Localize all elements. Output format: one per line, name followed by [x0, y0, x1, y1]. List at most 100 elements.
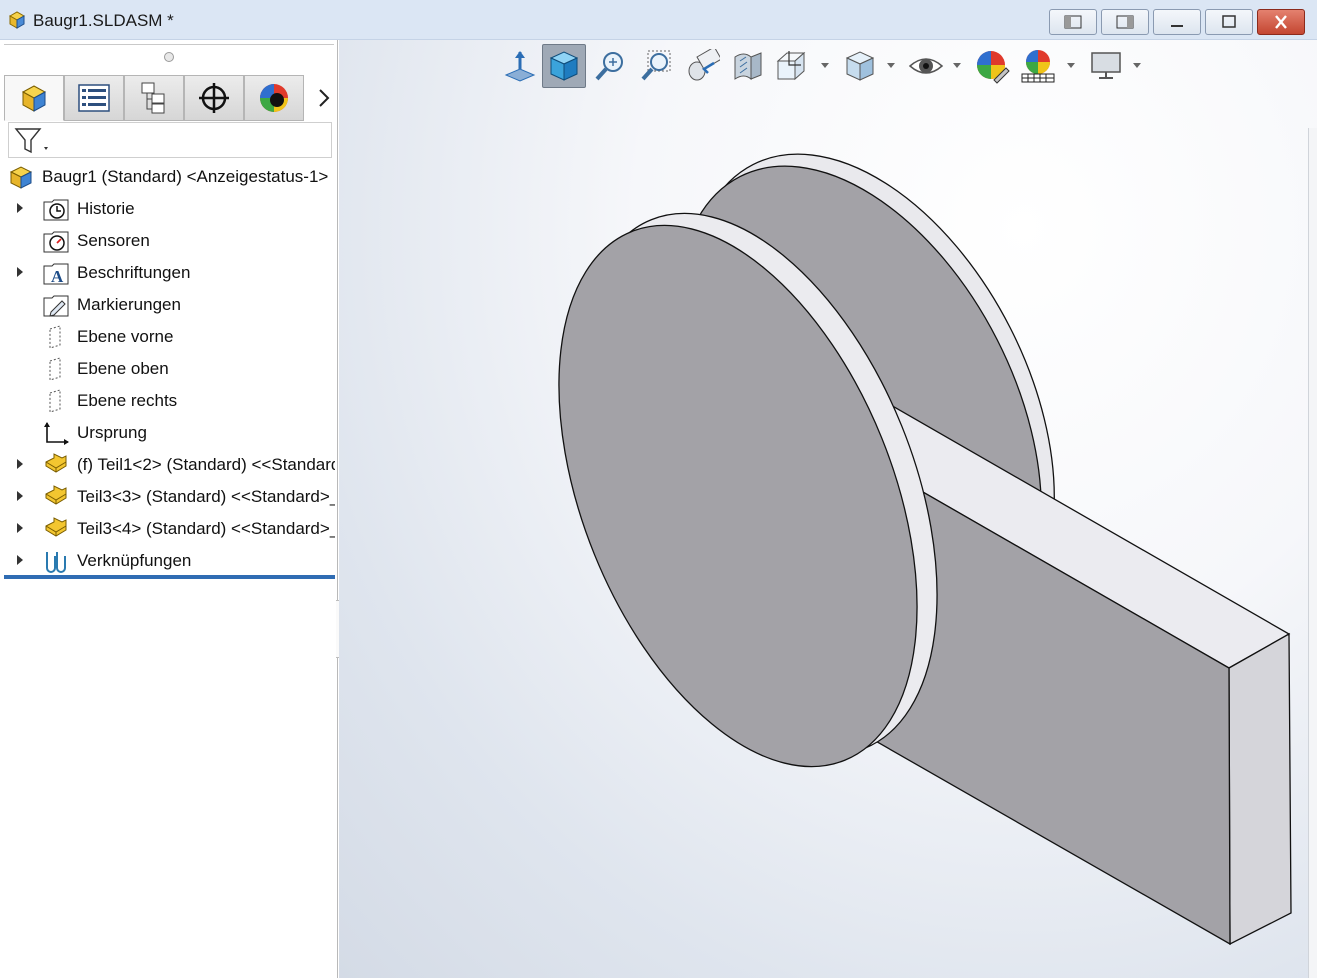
tree-item-ebene-rechts[interactable]: Ebene rechts — [0, 384, 338, 416]
filter-button[interactable] — [13, 127, 53, 155]
tab-display-manager[interactable] — [244, 75, 304, 121]
origin-icon — [44, 422, 69, 445]
tree-root-label: Baugr1 (Standard) <Anzeigestatus-1> — [42, 167, 329, 186]
hide-show-items-button[interactable] — [904, 44, 948, 88]
apply-scene-icon — [1021, 50, 1055, 83]
tab-property-manager[interactable] — [64, 75, 124, 121]
part-icon — [45, 517, 67, 537]
zoom-to-fit-button[interactable] — [542, 44, 586, 88]
crosshair-icon — [199, 83, 229, 113]
view-triad-button[interactable] — [498, 44, 542, 88]
panel-top-divider — [4, 44, 334, 45]
tab-scroll-right-button[interactable] — [312, 83, 336, 113]
monitor-icon — [1091, 52, 1121, 79]
view-triad-icon — [504, 51, 536, 82]
tile-left-icon — [1064, 15, 1082, 29]
close-button[interactable] — [1257, 9, 1305, 35]
sensor-folder-icon — [43, 231, 69, 253]
tree-item-ebene-oben[interactable]: Ebene oben — [0, 352, 338, 384]
window-title: Baugr1.SLDASM * — [33, 11, 174, 30]
filter-icon — [14, 128, 48, 154]
minimize-button[interactable] — [1153, 9, 1201, 35]
chevron-right-icon — [319, 89, 330, 107]
expand-arrow-icon[interactable] — [15, 202, 25, 214]
tree-item-beschriftungen[interactable]: A Beschriftungen — [0, 256, 338, 288]
display-style-icon — [845, 51, 875, 81]
tab-dimxpert-manager[interactable] — [184, 75, 244, 121]
minimize-icon — [1171, 25, 1183, 27]
expand-arrow-icon[interactable] — [15, 490, 25, 502]
tree-item-label: Ursprung — [77, 423, 147, 442]
section-view-icon — [734, 52, 762, 81]
tile-right-icon — [1116, 15, 1134, 29]
zoom-to-area-button[interactable] — [588, 44, 632, 88]
part-icon — [45, 485, 67, 505]
svg-text:A: A — [51, 267, 64, 286]
mates-icon — [46, 552, 66, 573]
tree-item-label: Beschriftungen — [77, 263, 191, 282]
display-style-button[interactable] — [838, 44, 882, 88]
tree-item-teil1-2[interactable]: (f) Teil1<2> (Standard) <<Standard> — [0, 448, 338, 480]
zoom-icon — [595, 52, 623, 81]
expand-arrow-icon[interactable] — [15, 266, 25, 278]
tree-item-markierungen[interactable]: Markierungen — [0, 288, 338, 320]
panel-grip-handle[interactable] — [164, 52, 174, 62]
tree-item-ebene-vorne[interactable]: Ebene vorne — [0, 320, 338, 352]
plane-icon — [49, 325, 61, 349]
hide-show-dropdown-icon[interactable] — [952, 62, 962, 70]
previous-view-button[interactable] — [680, 44, 724, 88]
maximize-button[interactable] — [1205, 9, 1253, 35]
view-orientation-dropdown-icon[interactable] — [820, 62, 830, 70]
assembly-tree-icon — [21, 85, 47, 112]
markup-folder-icon — [43, 295, 69, 317]
dynamic-annotation-button[interactable] — [770, 44, 814, 88]
tree-item-label: Ebene rechts — [77, 391, 178, 410]
display-style-dropdown-icon[interactable] — [886, 62, 896, 70]
apply-scene-button[interactable] — [1016, 44, 1060, 88]
part-icon — [45, 453, 67, 473]
panel-tabs — [4, 75, 334, 121]
section-view-button[interactable] — [726, 44, 770, 88]
zoom-area-box-button[interactable] — [634, 44, 678, 88]
tree-rollback-bar[interactable] — [4, 575, 335, 579]
tree-item-teil3-3[interactable]: Teil3<3> (Standard) <<Standard>_ — [0, 480, 338, 512]
expand-arrow-icon[interactable] — [15, 554, 25, 566]
apply-scene-dropdown-icon[interactable] — [1066, 62, 1076, 70]
view-settings-dropdown-icon[interactable] — [1132, 62, 1142, 70]
edit-appearance-icon — [977, 51, 1010, 84]
history-folder-icon — [43, 199, 69, 221]
plane-icon — [49, 357, 61, 381]
previous-view-icon — [688, 49, 720, 81]
edit-appearance-button[interactable] — [970, 44, 1014, 88]
tree-item-label: Ebene vorne — [77, 327, 174, 346]
view-settings-button[interactable] — [1084, 44, 1128, 88]
viewport-scroll-edge — [1308, 128, 1317, 978]
tree-item-teil3-4[interactable]: Teil3<4> (Standard) <<Standard>_ — [0, 512, 338, 544]
graphics-area[interactable] — [339, 40, 1317, 978]
tree-item-label: Teil3<3> (Standard) <<Standard>_ — [77, 487, 335, 506]
configuration-icon — [141, 82, 165, 114]
eye-icon — [908, 58, 944, 74]
tree-item-label: Markierungen — [77, 295, 181, 314]
tree-item-sensoren[interactable]: Sensoren — [0, 224, 338, 256]
annotation-view-icon — [776, 51, 806, 81]
tree-item-verknuepfungen[interactable]: Verknüpfungen — [0, 544, 338, 576]
tile-left-button[interactable] — [1049, 9, 1097, 35]
expand-arrow-icon[interactable] — [15, 522, 25, 534]
close-icon — [1275, 15, 1287, 29]
expand-arrow-icon[interactable] — [15, 458, 25, 470]
maximize-icon — [1222, 15, 1236, 28]
tab-feature-manager[interactable] — [4, 75, 64, 121]
assembly-model — [558, 153, 1292, 946]
tile-right-button[interactable] — [1101, 9, 1149, 35]
zoom-box-icon — [641, 50, 671, 81]
tree-item-ursprung[interactable]: Ursprung — [0, 416, 338, 448]
tree-item-label: Teil3<4> (Standard) <<Standard>_ — [77, 519, 335, 538]
tree-item-label: (f) Teil1<2> (Standard) <<Standard> — [77, 455, 335, 474]
annotation-folder-icon: A — [43, 263, 69, 286]
tree-root-assembly[interactable]: Baugr1 (Standard) <Anzeigestatus-1> — [0, 160, 338, 192]
cube-icon — [549, 51, 579, 81]
tree-item-label: Historie — [77, 199, 135, 218]
tree-item-historie[interactable]: Historie — [0, 192, 338, 224]
tab-configuration-manager[interactable] — [124, 75, 184, 121]
